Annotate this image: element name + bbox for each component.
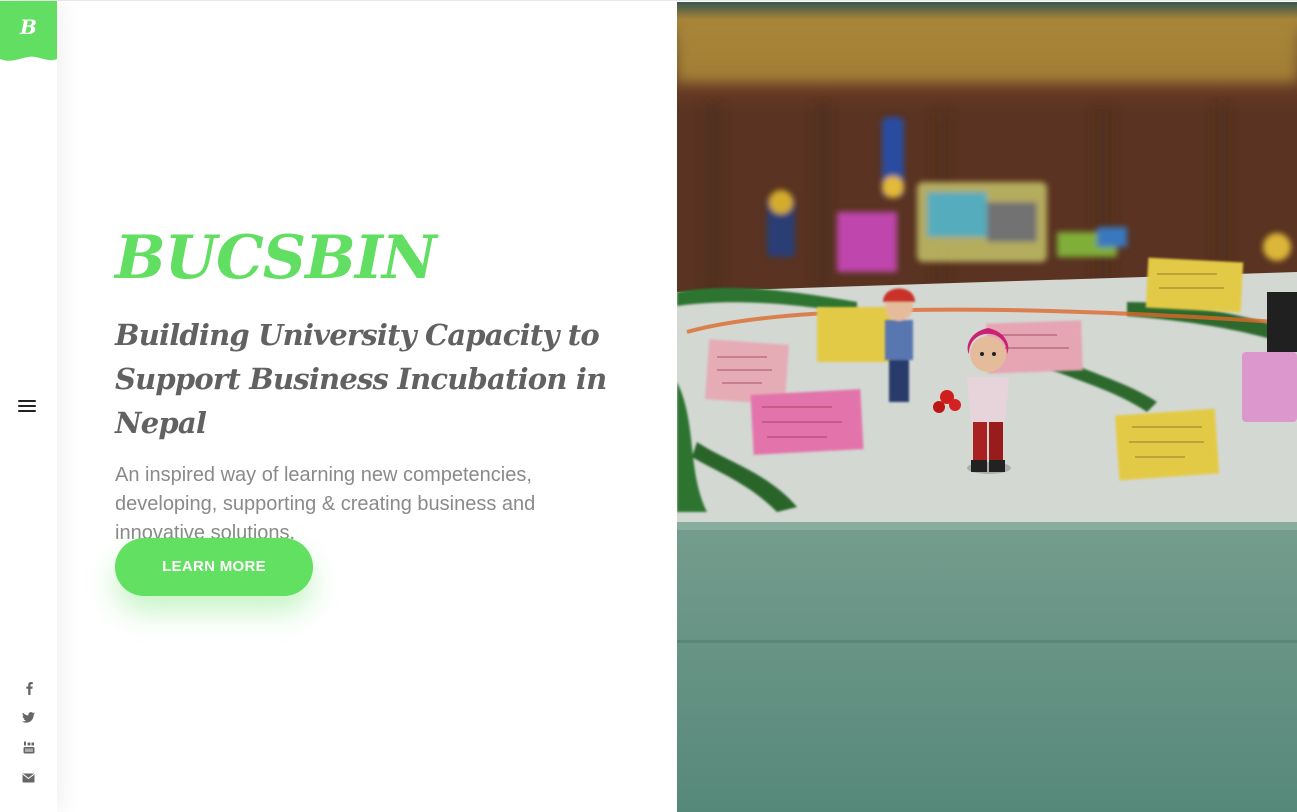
brand-title: BUCSBIN — [115, 223, 437, 293]
logo[interactable]: B — [0, 1, 57, 63]
email-icon[interactable] — [0, 769, 57, 799]
tagline-line: Support Business Incubation in Nepal — [115, 362, 607, 440]
page: B BUCSBIN Building University Capacity t… — [0, 0, 1297, 812]
tagline-line: Building University Capacity to — [115, 318, 600, 352]
social-links — [0, 679, 57, 799]
logo-letter: B — [20, 15, 37, 39]
lego-scene-image — [677, 2, 1297, 812]
hamburger-icon-bar — [18, 400, 36, 402]
hero-section: BUCSBIN Building University Capacity to … — [115, 223, 675, 548]
hamburger-icon-bar — [18, 410, 36, 412]
hamburger-icon-bar — [18, 405, 36, 407]
hero-photo — [677, 2, 1297, 812]
menu-button[interactable] — [18, 400, 36, 416]
youtube-icon[interactable] — [0, 739, 57, 769]
hero-description: An inspired way of learning new competen… — [115, 464, 536, 544]
twitter-icon[interactable] — [0, 709, 57, 739]
learn-more-button[interactable]: LEARN MORE — [115, 538, 313, 596]
sidebar: B — [0, 1, 57, 812]
tagline: Building University Capacity to Support … — [115, 313, 675, 445]
facebook-icon[interactable] — [0, 679, 57, 709]
